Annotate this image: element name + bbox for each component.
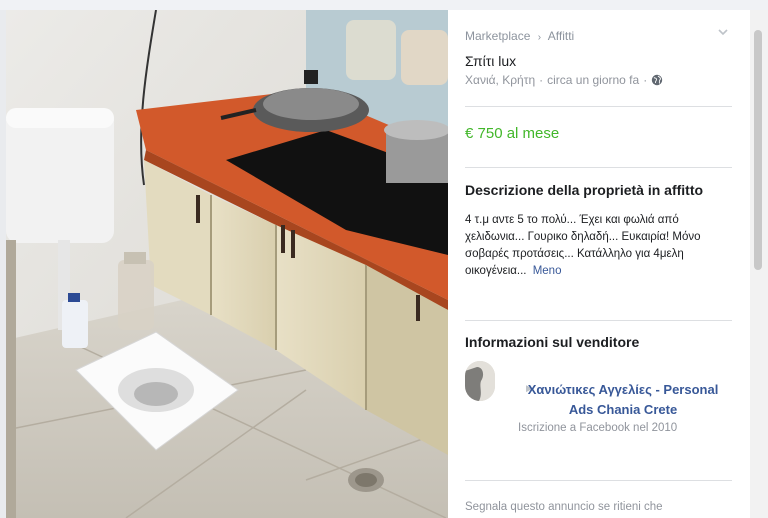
listing-price: € 750 al mese (465, 125, 560, 142)
listing-location: Χανιά, Κρήτη (465, 73, 536, 87)
breadcrumb-marketplace-link[interactable]: Marketplace (465, 29, 530, 43)
top-strip (0, 0, 768, 10)
location-separator-2: · (643, 73, 648, 87)
breadcrumb: Marketplace › Affitti (465, 29, 574, 43)
seller-joined: Iscrizione a Facebook nel 2010 (518, 422, 678, 434)
listing-detail-panel: Marketplace › Affitti Σπίτι lux Χανιά, Κ… (448, 10, 750, 518)
divider (465, 167, 732, 168)
globe-icon (652, 74, 663, 86)
listing-posted-time[interactable]: circa un giorno fa (547, 73, 639, 87)
location-separator: · (539, 73, 544, 87)
seller-heading: Informazioni sul venditore (465, 334, 640, 350)
breadcrumb-separator: › (537, 32, 542, 43)
listing-photo[interactable] (6, 10, 448, 518)
scrollbar-thumb[interactable] (754, 30, 762, 270)
description-text: 4 τ.μ αντε 5 το πολύ... Έχει και φωλιά α… (465, 212, 733, 280)
report-listing-text[interactable]: Segnala questo annuncio se ritieni che (465, 501, 663, 513)
description-body: 4 τ.μ αντε 5 το πολύ... Έχει και φωλιά α… (465, 214, 701, 277)
seller-avatar[interactable] (465, 361, 495, 401)
listing-title: Σπίτι lux (465, 53, 517, 69)
seller-name-link[interactable]: Χανιώτικες Αγγελίες - Personal Ads Chani… (518, 380, 728, 420)
breadcrumb-category-link[interactable]: Affitti (548, 29, 574, 43)
divider (465, 480, 732, 481)
divider (465, 320, 732, 321)
description-heading: Descrizione della proprietà in affitto (465, 182, 704, 198)
chevron-down-icon[interactable] (716, 25, 730, 39)
listing-location-line: Χανιά, Κρήτη · circa un giorno fa · (465, 73, 663, 87)
divider (465, 106, 732, 107)
kitchen-bathroom-image (6, 10, 448, 518)
see-less-link[interactable]: Meno (533, 265, 562, 277)
